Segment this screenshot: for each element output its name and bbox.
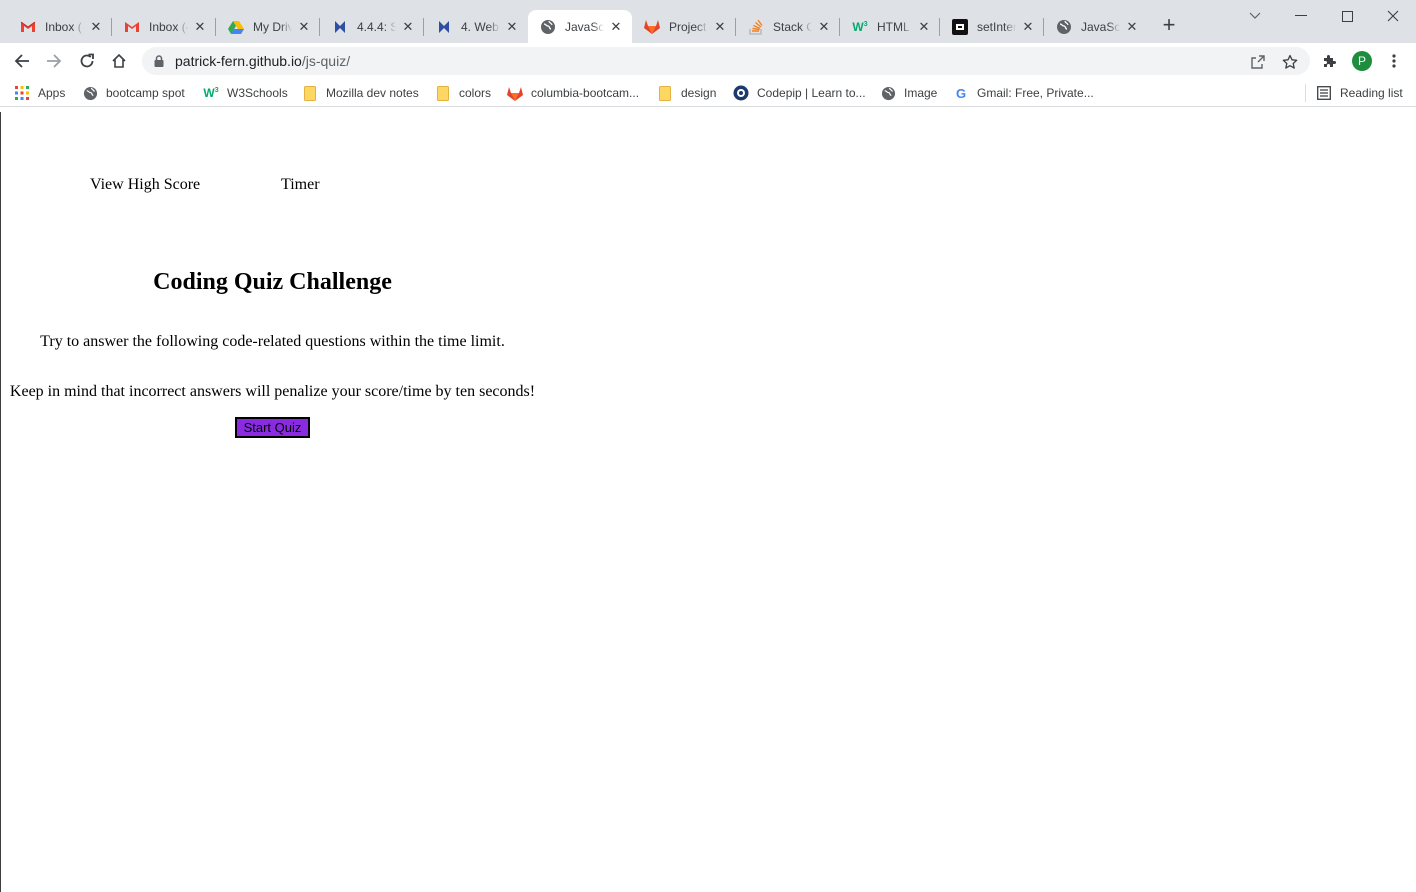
chrome-menu-button[interactable] [1382, 49, 1406, 73]
extensions-button[interactable] [1318, 49, 1342, 73]
timer-label: Timer [281, 176, 320, 193]
tab-stack-overflow[interactable]: Stack O ✕ [736, 10, 840, 43]
tab-html[interactable]: W3 HTML I ✕ [840, 10, 940, 43]
gmail-icon [124, 19, 140, 35]
close-tab-icon[interactable]: ✕ [608, 19, 624, 35]
bookmark-apps[interactable]: Apps [14, 84, 65, 102]
folder-icon [435, 85, 451, 101]
back-arrow-icon [14, 54, 29, 68]
forward-button[interactable] [42, 49, 66, 73]
share-icon[interactable] [1249, 53, 1267, 71]
back-button[interactable] [10, 49, 34, 73]
reload-button[interactable] [75, 49, 99, 73]
tab-my-drive[interactable]: My Driv ✕ [216, 10, 320, 43]
url-path: /js-quiz/ [301, 53, 351, 69]
tab-inbox-1[interactable]: Inbox ( ✕ [8, 10, 112, 43]
close-tab-icon[interactable]: ✕ [1124, 19, 1140, 35]
tab-javascript-active[interactable]: JavaScr ✕ [528, 10, 632, 43]
bookmark-w3schools[interactable]: W3 W3Schools [203, 84, 287, 102]
globe-icon [82, 85, 98, 101]
bootcamp-icon [436, 19, 452, 35]
folder-icon [657, 85, 673, 101]
w3schools-icon: W3 [852, 19, 868, 34]
tab-setinterval[interactable]: setInter ✕ [940, 10, 1044, 43]
lock-icon[interactable] [152, 54, 166, 68]
w3schools-icon: W3 [203, 86, 219, 100]
close-tab-icon[interactable]: ✕ [816, 19, 832, 35]
tab-javascript-2[interactable]: JavaScr ✕ [1044, 10, 1148, 43]
google-drive-icon [228, 19, 244, 35]
bookmarks-divider [1305, 84, 1306, 102]
url-text: patrick-fern.github.io/js-quiz/ [175, 53, 350, 69]
close-tab-icon[interactable]: ✕ [296, 19, 312, 35]
google-icon: G [955, 85, 967, 101]
bookmark-gmail[interactable]: G Gmail: Free, Private... [953, 84, 1094, 102]
tab-search-icon[interactable] [1245, 6, 1265, 26]
url-host: patrick-fern.github.io [175, 53, 302, 69]
tab-inbox-2[interactable]: Inbox (4 ✕ [112, 10, 216, 43]
folder-icon [302, 85, 318, 101]
close-tab-icon[interactable]: ✕ [712, 19, 728, 35]
close-tab-icon[interactable]: ✕ [916, 19, 932, 35]
globe-icon [880, 85, 896, 101]
bookmark-star-icon[interactable] [1281, 53, 1299, 71]
tab-bootcamp-444[interactable]: 4.4.4: Sc ✕ [320, 10, 424, 43]
gitlab-icon [644, 19, 660, 35]
address-bar[interactable]: patrick-fern.github.io/js-quiz/ [142, 47, 1310, 75]
apps-grid-icon [14, 85, 30, 101]
kebab-menu-icon [1392, 54, 1396, 68]
bookmarks-bar: Apps bootcamp spot W3 W3Schools Mozilla … [0, 79, 1416, 107]
home-button[interactable] [107, 49, 131, 73]
bookmark-bootcamp-spot[interactable]: bootcamp spot [82, 84, 185, 102]
forward-arrow-icon [47, 54, 62, 68]
close-tab-icon[interactable]: ✕ [504, 19, 520, 35]
close-tab-icon[interactable]: ✕ [1020, 19, 1036, 35]
bookmark-codepip[interactable]: Codepip | Learn to... [733, 84, 866, 102]
tab-project[interactable]: Project ✕ [632, 10, 736, 43]
codepip-icon [733, 85, 749, 101]
gitlab-icon [507, 85, 523, 101]
close-tab-icon[interactable]: ✕ [88, 19, 104, 35]
browser-toolbar: patrick-fern.github.io/js-quiz/ P [0, 43, 1416, 79]
reload-icon [80, 53, 94, 68]
bookmark-design[interactable]: design [657, 84, 716, 102]
tab-strip: Inbox ( ✕ Inbox (4 ✕ My Driv ✕ 4.4.4: Sc… [0, 0, 1416, 43]
globe-icon [1056, 19, 1072, 35]
github-icon [952, 18, 968, 35]
profile-avatar[interactable]: P [1352, 51, 1372, 71]
bookmark-mozilla-dev-notes[interactable]: Mozilla dev notes [302, 84, 419, 102]
minimize-button[interactable] [1291, 6, 1311, 26]
home-icon [112, 53, 126, 68]
instructions-line-1: Try to answer the following code-related… [40, 333, 505, 350]
stackoverflow-icon [748, 19, 764, 35]
gmail-icon [20, 19, 36, 35]
reading-list-icon [1316, 85, 1332, 101]
bookmark-colors[interactable]: colors [435, 84, 491, 102]
instructions-line-2: Keep in mind that incorrect answers will… [9, 383, 536, 400]
close-tab-icon[interactable]: ✕ [192, 19, 208, 35]
bootcamp-icon [332, 19, 348, 35]
page-content: View High Score Timer Coding Quiz Challe… [0, 112, 1416, 892]
bookmark-image[interactable]: Image [880, 84, 937, 102]
bookmark-columbia-bootcamp[interactable]: columbia-bootcam... [507, 84, 639, 102]
new-tab-button[interactable]: + [1157, 14, 1181, 38]
page-title: Coding Quiz Challenge [153, 269, 392, 295]
globe-icon [540, 19, 556, 35]
tab-web[interactable]: 4. Web ✕ [424, 10, 528, 43]
close-tab-icon[interactable]: ✕ [400, 19, 416, 35]
puzzle-icon [1324, 55, 1336, 67]
close-window-button[interactable] [1383, 6, 1403, 26]
reading-list-button[interactable]: Reading list [1316, 84, 1403, 102]
start-quiz-button[interactable]: Start Quiz [235, 417, 310, 438]
maximize-button[interactable] [1337, 6, 1357, 26]
view-high-score-link[interactable]: View High Score [90, 176, 200, 194]
